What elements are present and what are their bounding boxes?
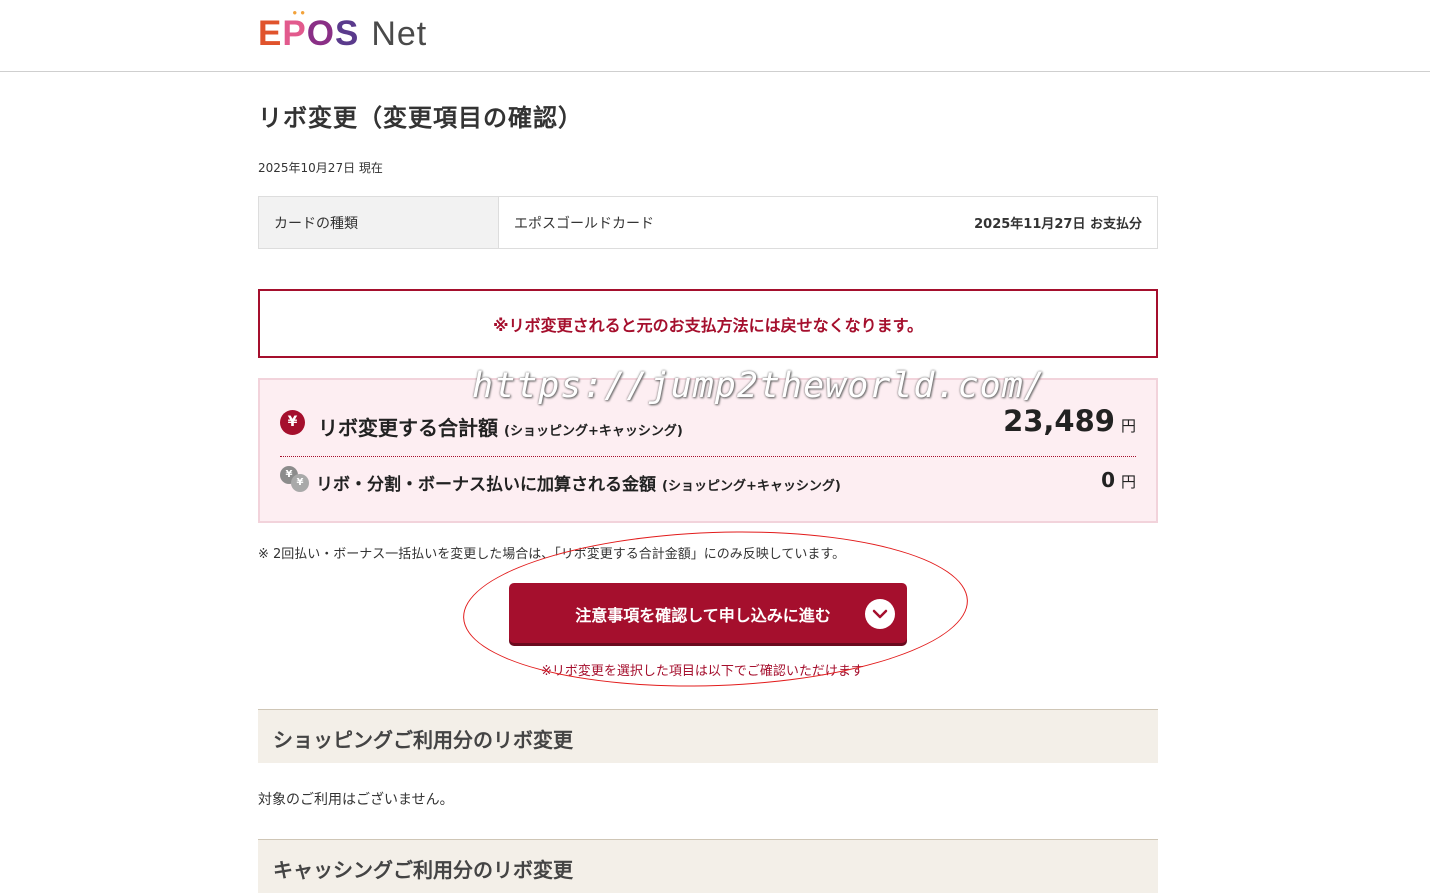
irreversible-warning: ※リボ変更されると元のお支払方法には戻せなくなります。 bbox=[258, 289, 1158, 358]
payment-date: 2025年11月27日 お支払分 bbox=[974, 217, 1142, 232]
card-name: エポスゴールドカード bbox=[514, 215, 654, 232]
as-of-date: 2025年10月27日 現在 bbox=[258, 161, 383, 175]
card-type-cell: エポスゴールドカード 2025年11月27日 お支払分 bbox=[499, 197, 1157, 248]
proceed-note: ※リボ変更を選択した項目は以下でご確認いただけます bbox=[541, 664, 864, 679]
logo-letter: E bbox=[258, 14, 283, 53]
epos-net-logo[interactable]: E ●● P O S Net bbox=[258, 8, 428, 54]
logo-letter: S bbox=[334, 14, 360, 53]
logo-dots-icon: ●● bbox=[292, 8, 309, 17]
logo-letter: ●● P bbox=[282, 8, 309, 53]
added-amount-label: リボ・分割・ボーナス払いに加算される金額 (ショッピング+キャッシング) bbox=[316, 475, 841, 495]
total-revolving-amount: 23,489 円 bbox=[1003, 404, 1136, 438]
logo-letter: O bbox=[306, 14, 335, 53]
watermark: https://jump2theworld.com/ bbox=[472, 366, 1046, 406]
proceed-to-application-button[interactable]: 注意事項を確認して申し込みに進む bbox=[509, 583, 907, 643]
cashing-section-header: キャッシングご利用分のリボ変更 bbox=[258, 839, 1158, 893]
site-header: E ●● P O S Net bbox=[0, 0, 1430, 72]
coins-icon: ¥ ¥ bbox=[280, 466, 314, 494]
page-title: リボ変更（変更項目の確認） bbox=[258, 104, 583, 132]
added-amount-value: 0円 bbox=[1101, 468, 1136, 492]
yen-icon: ¥ bbox=[280, 410, 305, 435]
chevron-down-icon bbox=[865, 599, 895, 629]
logo-net: Net bbox=[371, 14, 428, 53]
total-revolving-label: リボ変更する合計額 (ショッピング+キャッシング) bbox=[318, 416, 683, 440]
shopping-section-header: ショッピングご利用分のリボ変更 bbox=[258, 709, 1158, 763]
shopping-empty-message: 対象のご利用はございません。 bbox=[258, 792, 454, 808]
proceed-button-label: 注意事項を確認して申し込みに進む bbox=[575, 606, 831, 625]
total-revolving-row: ¥ リボ変更する合計額 (ショッピング+キャッシング) 23,489 円 bbox=[280, 404, 1136, 457]
added-amount-row: ¥ ¥ リボ・分割・ボーナス払いに加算される金額 (ショッピング+キャッシング) … bbox=[280, 464, 1136, 504]
shopping-section-title: ショッピングご利用分のリボ変更 bbox=[273, 728, 573, 752]
card-type-label: カードの種類 bbox=[259, 197, 499, 248]
summary-note: ※ 2回払い・ボーナス一括払いを変更した場合は、「リボ変更する合計金額」にのみ反… bbox=[258, 547, 846, 562]
card-info-table: カードの種類 エポスゴールドカード 2025年11月27日 お支払分 bbox=[258, 196, 1158, 249]
